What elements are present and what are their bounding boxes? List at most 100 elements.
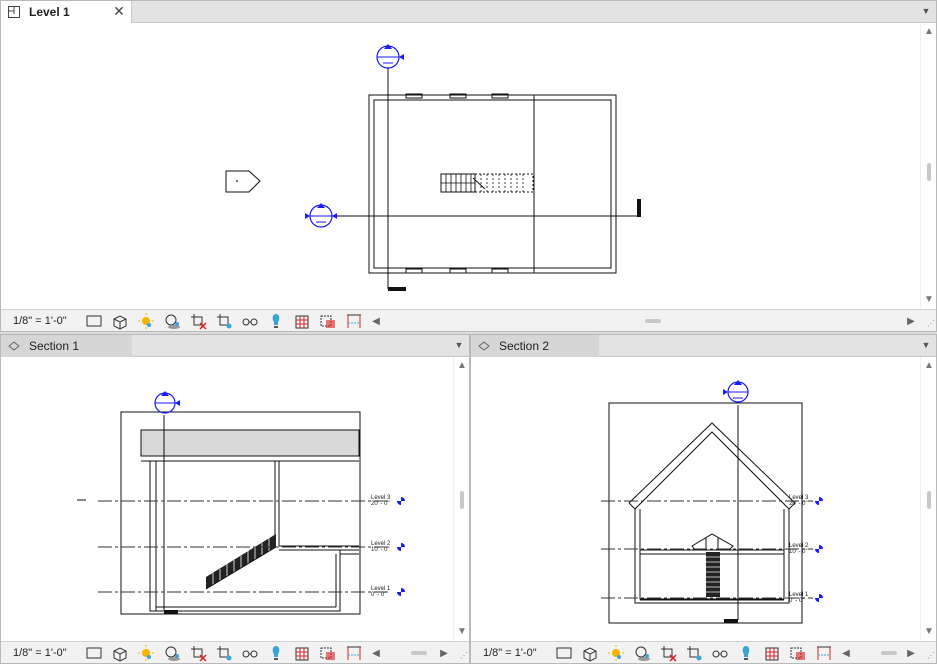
section-view-icon <box>7 339 21 353</box>
scroll-thumb[interactable] <box>645 319 661 323</box>
scroll-down-icon[interactable]: ▼ <box>921 293 936 307</box>
view-menu-dropdown-icon[interactable]: ▼ <box>453 338 465 352</box>
scroll-thumb[interactable] <box>460 491 464 509</box>
view-menu-dropdown-icon[interactable]: ▼ <box>920 338 932 352</box>
tab-level-1[interactable]: Level 1 ✕ <box>1 1 132 23</box>
drawing-canvas[interactable]: Level 3 20' - 0" Level 2 10' - 0" Level … <box>1 357 469 641</box>
horizontal-scrollbar[interactable]: ◀ ▶ <box>369 312 918 330</box>
vertical-scrollbar[interactable]: ▲ ▼ <box>920 357 936 641</box>
scroll-down-icon[interactable]: ▼ <box>921 625 936 639</box>
scroll-thumb[interactable] <box>881 651 897 655</box>
shadows-icon[interactable] <box>629 643 655 663</box>
detail-level-icon[interactable] <box>81 311 107 331</box>
close-icon[interactable]: ✕ <box>111 3 127 19</box>
visual-style-icon[interactable] <box>107 643 133 663</box>
view-pane-section-1: Section 1 ▼ Level 3 20' - 0" Level 2 10'… <box>0 334 470 664</box>
temporary-hide-icon[interactable] <box>237 643 263 663</box>
scroll-up-icon[interactable]: ▲ <box>921 359 936 373</box>
visual-style-icon[interactable] <box>577 643 603 663</box>
highlight-displacement-icon[interactable] <box>785 643 811 663</box>
section-1-marker[interactable] <box>376 44 406 291</box>
view-tools <box>81 643 367 663</box>
view-scale[interactable]: 1/8" = 1'-0" <box>1 315 81 327</box>
reveal-constraints-icon[interactable] <box>341 311 367 331</box>
scroll-thumb[interactable] <box>927 491 931 509</box>
detail-level-icon[interactable] <box>551 643 577 663</box>
analytical-model-icon[interactable] <box>289 643 315 663</box>
level-elevation: 20' - 0" <box>789 501 808 507</box>
resize-grip-icon[interactable]: ⋰ <box>460 651 468 660</box>
scroll-left-icon[interactable]: ◀ <box>369 316 383 327</box>
crop-view-icon[interactable] <box>655 643 681 663</box>
view-pane-section-2: Section 2 ▼ Level 3 20' - 0" Level 2 10'… <box>470 334 937 664</box>
scroll-thumb[interactable] <box>411 651 427 655</box>
scroll-left-icon[interactable]: ◀ <box>369 648 383 659</box>
view-control-bar: 1/8" = 1'-0" ◀ ▶ ⋰ <box>471 641 936 663</box>
vertical-scrollbar[interactable]: ▲ ▼ <box>453 357 469 641</box>
tab-bar: Section 2 ▼ <box>471 335 936 357</box>
crop-view-icon[interactable] <box>185 311 211 331</box>
view-menu-dropdown-icon[interactable]: ▼ <box>920 4 932 18</box>
floor-plan-icon <box>7 5 21 19</box>
tab-section-2[interactable]: Section 2 <box>471 335 599 357</box>
visual-style-icon[interactable] <box>107 311 133 331</box>
analytical-model-icon[interactable] <box>759 643 785 663</box>
reveal-hidden-icon[interactable] <box>263 643 289 663</box>
level-label-3: Level 3 20' - 0" <box>371 495 390 507</box>
reveal-constraints-icon[interactable] <box>341 643 367 663</box>
level-elevation: 10' - 0" <box>789 549 808 555</box>
view-scale[interactable]: 1/8" = 1'-0" <box>1 647 81 659</box>
reveal-hidden-icon[interactable] <box>733 643 759 663</box>
reveal-constraints-icon[interactable] <box>811 643 837 663</box>
crop-view-icon[interactable] <box>185 643 211 663</box>
drawing-canvas[interactable] <box>1 23 936 309</box>
horizontal-scrollbar[interactable]: ◀ ▶ <box>839 644 918 662</box>
level-label-1: Level 1 0' - 0" <box>789 592 808 604</box>
horizontal-scrollbar[interactable]: ◀ ▶ <box>369 644 451 662</box>
scroll-left-icon[interactable]: ◀ <box>839 648 853 659</box>
scroll-right-icon[interactable]: ▶ <box>437 648 451 659</box>
level-elevation: 0' - 0" <box>789 598 805 604</box>
view-control-bar: 1/8" = 1'-0" ◀ ▶ ⋰ <box>1 309 936 331</box>
view-pane-level-1: Level 1 ✕ ▼ ▲ ▼ 1/8" = 1'-0" ◀ ▶ ⋰ <box>0 0 937 332</box>
crop-region-icon[interactable] <box>211 643 237 663</box>
section-head-marker[interactable] <box>723 380 749 403</box>
view-tools <box>81 311 367 331</box>
scroll-right-icon[interactable]: ▶ <box>904 316 918 327</box>
tab-label: Section 1 <box>29 339 80 353</box>
temporary-hide-icon[interactable] <box>237 311 263 331</box>
vertical-scrollbar[interactable]: ▲ ▼ <box>920 23 936 309</box>
scroll-up-icon[interactable]: ▲ <box>921 25 936 39</box>
crop-region-icon[interactable] <box>681 643 707 663</box>
scroll-thumb[interactable] <box>927 163 931 181</box>
scroll-down-icon[interactable]: ▼ <box>454 625 469 639</box>
detail-level-icon[interactable] <box>81 643 107 663</box>
scroll-up-icon[interactable]: ▲ <box>454 359 469 373</box>
tab-section-1[interactable]: Section 1 <box>1 335 132 357</box>
drawing-canvas[interactable]: Level 3 20' - 0" Level 2 10' - 0" Level … <box>471 357 936 641</box>
tab-bar: Section 1 ▼ <box>1 335 469 357</box>
view-control-bar: 1/8" = 1'-0" ◀ ▶ ⋰ <box>1 641 469 663</box>
elevation-marker[interactable] <box>225 170 261 193</box>
highlight-displacement-icon[interactable] <box>315 643 341 663</box>
reveal-hidden-icon[interactable] <box>263 311 289 331</box>
sun-path-icon[interactable] <box>133 643 159 663</box>
floor-plan-drawing <box>368 93 617 274</box>
sun-path-icon[interactable] <box>133 311 159 331</box>
section-2-marker[interactable] <box>305 199 641 228</box>
tab-label: Section 2 <box>499 339 550 353</box>
resize-grip-icon[interactable]: ⋰ <box>927 651 935 660</box>
sun-path-icon[interactable] <box>603 643 629 663</box>
view-scale[interactable]: 1/8" = 1'-0" <box>471 647 551 659</box>
shadows-icon[interactable] <box>159 643 185 663</box>
level-label-1: Level 1 0' - 0" <box>371 586 390 598</box>
crop-region-icon[interactable] <box>211 311 237 331</box>
section-head-marker[interactable] <box>154 391 180 414</box>
tab-label: Level 1 <box>29 5 70 19</box>
analytical-model-icon[interactable] <box>289 311 315 331</box>
resize-grip-icon[interactable]: ⋰ <box>927 319 935 328</box>
scroll-right-icon[interactable]: ▶ <box>904 648 918 659</box>
highlight-displacement-icon[interactable] <box>315 311 341 331</box>
temporary-hide-icon[interactable] <box>707 643 733 663</box>
shadows-icon[interactable] <box>159 311 185 331</box>
